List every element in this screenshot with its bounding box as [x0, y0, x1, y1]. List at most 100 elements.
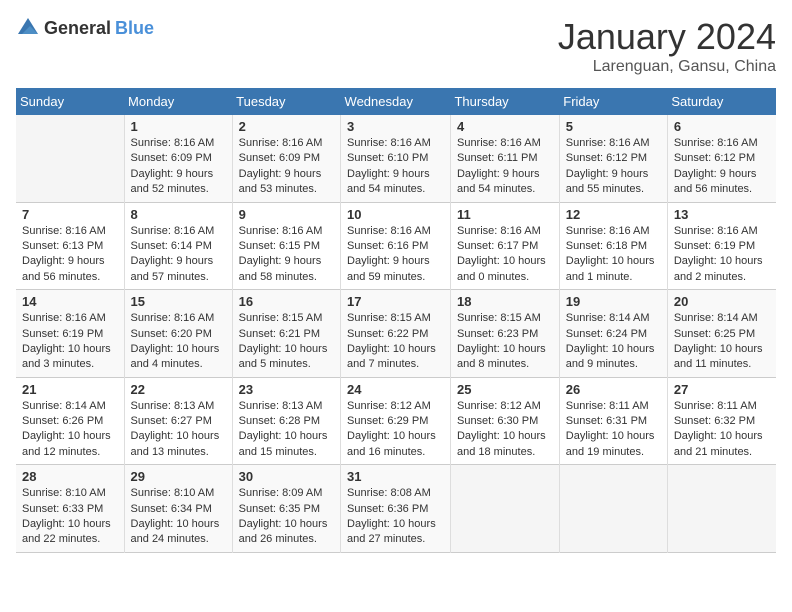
- day-cell: 22 Sunrise: 8:13 AMSunset: 6:27 PMDaylig…: [124, 377, 232, 465]
- day-header-thursday: Thursday: [450, 88, 559, 115]
- day-cell: 12 Sunrise: 8:16 AMSunset: 6:18 PMDaylig…: [559, 202, 667, 290]
- calendar-table: SundayMondayTuesdayWednesdayThursdayFrid…: [16, 88, 776, 553]
- week-row-5: 28 Sunrise: 8:10 AMSunset: 6:33 PMDaylig…: [16, 465, 776, 553]
- day-cell: 26 Sunrise: 8:11 AMSunset: 6:31 PMDaylig…: [559, 377, 667, 465]
- day-cell: [667, 465, 776, 553]
- day-cell: 24 Sunrise: 8:12 AMSunset: 6:29 PMDaylig…: [341, 377, 451, 465]
- day-number: 13: [674, 207, 772, 222]
- day-info: Sunrise: 8:16 AMSunset: 6:12 PMDaylight:…: [674, 137, 758, 195]
- day-cell: [16, 115, 124, 202]
- day-number: 11: [457, 207, 555, 222]
- day-number: 1: [131, 119, 228, 134]
- day-info: Sunrise: 8:12 AMSunset: 6:30 PMDaylight:…: [457, 400, 546, 458]
- day-cell: 7 Sunrise: 8:16 AMSunset: 6:13 PMDayligh…: [16, 202, 124, 290]
- day-header-tuesday: Tuesday: [232, 88, 340, 115]
- day-info: Sunrise: 8:15 AMSunset: 6:22 PMDaylight:…: [347, 312, 436, 370]
- day-number: 30: [239, 469, 336, 484]
- day-number: 8: [131, 207, 228, 222]
- day-info: Sunrise: 8:15 AMSunset: 6:23 PMDaylight:…: [457, 312, 546, 370]
- day-info: Sunrise: 8:16 AMSunset: 6:19 PMDaylight:…: [22, 312, 111, 370]
- day-cell: 31 Sunrise: 8:08 AMSunset: 6:36 PMDaylig…: [341, 465, 451, 553]
- day-info: Sunrise: 8:16 AMSunset: 6:17 PMDaylight:…: [457, 225, 546, 283]
- day-number: 15: [131, 294, 228, 309]
- day-cell: 3 Sunrise: 8:16 AMSunset: 6:10 PMDayligh…: [341, 115, 451, 202]
- day-info: Sunrise: 8:16 AMSunset: 6:11 PMDaylight:…: [457, 137, 541, 195]
- day-header-wednesday: Wednesday: [341, 88, 451, 115]
- day-cell: 13 Sunrise: 8:16 AMSunset: 6:19 PMDaylig…: [667, 202, 776, 290]
- day-info: Sunrise: 8:16 AMSunset: 6:12 PMDaylight:…: [566, 137, 650, 195]
- day-cell: 4 Sunrise: 8:16 AMSunset: 6:11 PMDayligh…: [450, 115, 559, 202]
- day-info: Sunrise: 8:16 AMSunset: 6:14 PMDaylight:…: [131, 225, 215, 283]
- week-row-3: 14 Sunrise: 8:16 AMSunset: 6:19 PMDaylig…: [16, 290, 776, 378]
- location-title: Larenguan, Gansu, China: [558, 58, 776, 76]
- logo-general-text: General: [44, 18, 111, 39]
- day-info: Sunrise: 8:16 AMSunset: 6:09 PMDaylight:…: [131, 137, 215, 195]
- day-info: Sunrise: 8:09 AMSunset: 6:35 PMDaylight:…: [239, 487, 328, 545]
- day-cell: 11 Sunrise: 8:16 AMSunset: 6:17 PMDaylig…: [450, 202, 559, 290]
- day-cell: 14 Sunrise: 8:16 AMSunset: 6:19 PMDaylig…: [16, 290, 124, 378]
- day-cell: 29 Sunrise: 8:10 AMSunset: 6:34 PMDaylig…: [124, 465, 232, 553]
- day-cell: 21 Sunrise: 8:14 AMSunset: 6:26 PMDaylig…: [16, 377, 124, 465]
- day-cell: 28 Sunrise: 8:10 AMSunset: 6:33 PMDaylig…: [16, 465, 124, 553]
- day-number: 6: [674, 119, 772, 134]
- day-cell: 27 Sunrise: 8:11 AMSunset: 6:32 PMDaylig…: [667, 377, 776, 465]
- day-cell: 8 Sunrise: 8:16 AMSunset: 6:14 PMDayligh…: [124, 202, 232, 290]
- day-number: 20: [674, 294, 772, 309]
- day-info: Sunrise: 8:16 AMSunset: 6:19 PMDaylight:…: [674, 225, 763, 283]
- day-number: 25: [457, 382, 555, 397]
- logo: General Blue: [16, 16, 154, 40]
- day-info: Sunrise: 8:10 AMSunset: 6:34 PMDaylight:…: [131, 487, 220, 545]
- header-row: SundayMondayTuesdayWednesdayThursdayFrid…: [16, 88, 776, 115]
- day-cell: 23 Sunrise: 8:13 AMSunset: 6:28 PMDaylig…: [232, 377, 340, 465]
- day-number: 26: [566, 382, 663, 397]
- day-cell: 15 Sunrise: 8:16 AMSunset: 6:20 PMDaylig…: [124, 290, 232, 378]
- day-header-friday: Friday: [559, 88, 667, 115]
- month-title: January 2024: [558, 16, 776, 58]
- day-number: 3: [347, 119, 446, 134]
- day-number: 10: [347, 207, 446, 222]
- day-number: 9: [239, 207, 336, 222]
- day-cell: 2 Sunrise: 8:16 AMSunset: 6:09 PMDayligh…: [232, 115, 340, 202]
- day-info: Sunrise: 8:13 AMSunset: 6:28 PMDaylight:…: [239, 400, 328, 458]
- logo-blue-text: Blue: [115, 18, 154, 39]
- day-number: 24: [347, 382, 446, 397]
- day-number: 31: [347, 469, 446, 484]
- day-info: Sunrise: 8:16 AMSunset: 6:16 PMDaylight:…: [347, 225, 431, 283]
- day-number: 21: [22, 382, 120, 397]
- page-header: General Blue January 2024 Larenguan, Gan…: [16, 16, 776, 76]
- day-number: 4: [457, 119, 555, 134]
- day-cell: 1 Sunrise: 8:16 AMSunset: 6:09 PMDayligh…: [124, 115, 232, 202]
- day-number: 16: [239, 294, 336, 309]
- day-number: 28: [22, 469, 120, 484]
- logo-icon: [16, 16, 40, 40]
- week-row-2: 7 Sunrise: 8:16 AMSunset: 6:13 PMDayligh…: [16, 202, 776, 290]
- day-info: Sunrise: 8:13 AMSunset: 6:27 PMDaylight:…: [131, 400, 220, 458]
- day-cell: [559, 465, 667, 553]
- day-info: Sunrise: 8:16 AMSunset: 6:09 PMDaylight:…: [239, 137, 323, 195]
- day-cell: 5 Sunrise: 8:16 AMSunset: 6:12 PMDayligh…: [559, 115, 667, 202]
- day-header-monday: Monday: [124, 88, 232, 115]
- day-info: Sunrise: 8:11 AMSunset: 6:31 PMDaylight:…: [566, 400, 655, 458]
- day-info: Sunrise: 8:16 AMSunset: 6:18 PMDaylight:…: [566, 225, 655, 283]
- day-cell: 30 Sunrise: 8:09 AMSunset: 6:35 PMDaylig…: [232, 465, 340, 553]
- day-cell: 20 Sunrise: 8:14 AMSunset: 6:25 PMDaylig…: [667, 290, 776, 378]
- day-number: 19: [566, 294, 663, 309]
- day-cell: 17 Sunrise: 8:15 AMSunset: 6:22 PMDaylig…: [341, 290, 451, 378]
- week-row-4: 21 Sunrise: 8:14 AMSunset: 6:26 PMDaylig…: [16, 377, 776, 465]
- day-number: 29: [131, 469, 228, 484]
- day-cell: [450, 465, 559, 553]
- day-info: Sunrise: 8:15 AMSunset: 6:21 PMDaylight:…: [239, 312, 328, 370]
- day-number: 12: [566, 207, 663, 222]
- day-cell: 25 Sunrise: 8:12 AMSunset: 6:30 PMDaylig…: [450, 377, 559, 465]
- day-info: Sunrise: 8:14 AMSunset: 6:24 PMDaylight:…: [566, 312, 655, 370]
- day-info: Sunrise: 8:16 AMSunset: 6:13 PMDaylight:…: [22, 225, 106, 283]
- day-info: Sunrise: 8:16 AMSunset: 6:20 PMDaylight:…: [131, 312, 220, 370]
- day-number: 17: [347, 294, 446, 309]
- day-info: Sunrise: 8:10 AMSunset: 6:33 PMDaylight:…: [22, 487, 111, 545]
- day-cell: 19 Sunrise: 8:14 AMSunset: 6:24 PMDaylig…: [559, 290, 667, 378]
- day-cell: 9 Sunrise: 8:16 AMSunset: 6:15 PMDayligh…: [232, 202, 340, 290]
- day-cell: 18 Sunrise: 8:15 AMSunset: 6:23 PMDaylig…: [450, 290, 559, 378]
- day-cell: 10 Sunrise: 8:16 AMSunset: 6:16 PMDaylig…: [341, 202, 451, 290]
- day-number: 22: [131, 382, 228, 397]
- week-row-1: 1 Sunrise: 8:16 AMSunset: 6:09 PMDayligh…: [16, 115, 776, 202]
